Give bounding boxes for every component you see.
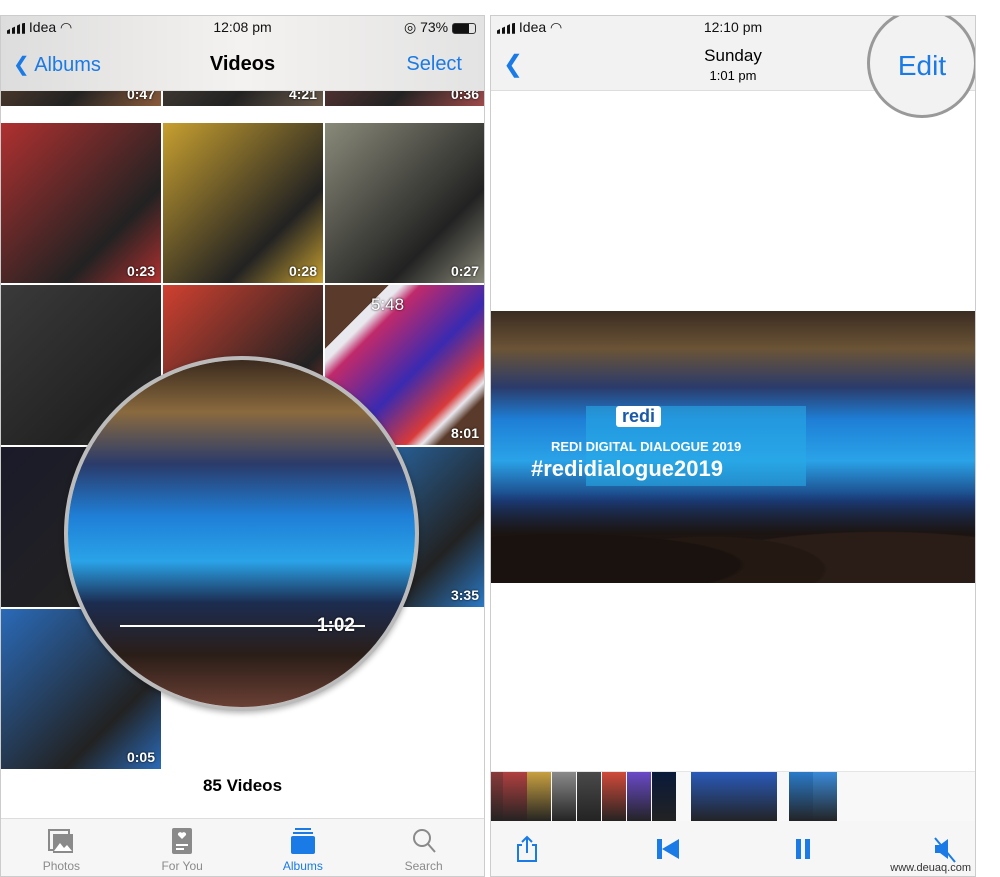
rotation-lock-icon: ◎ — [403, 19, 417, 35]
for-you-icon — [172, 828, 193, 854]
filmstrip-frame[interactable] — [577, 772, 601, 822]
tab-label: Photos — [42, 859, 81, 873]
pause-icon[interactable] — [789, 835, 817, 863]
video-duration: 0:23 — [126, 263, 155, 279]
video-duration: 0:28 — [288, 263, 317, 279]
tab-photos[interactable]: Photos — [1, 819, 122, 876]
filmstrip-frame[interactable] — [691, 772, 777, 822]
battery-icon — [452, 22, 476, 34]
videos-album-screen: 0:474:210:360:230:280:275:488:01153:350:… — [0, 15, 485, 877]
watermark: www.deuaq.com — [890, 862, 971, 874]
tab-label: Search — [404, 859, 443, 873]
skip-back-icon[interactable] — [654, 835, 682, 863]
phone-screen-clock: 5:48 — [371, 295, 405, 314]
filmstrip-frame[interactable] — [789, 772, 813, 822]
battery-percent: 73% — [420, 19, 449, 35]
tab-label: For You — [161, 859, 203, 873]
video-hashtag-text: #redidialogue2019 — [531, 456, 723, 481]
video-thumbnail[interactable]: 0:28 — [163, 123, 323, 283]
video-duration: 0:27 — [450, 263, 479, 279]
mute-icon[interactable] — [931, 835, 959, 863]
search-icon — [412, 829, 436, 853]
filmstrip-frame[interactable] — [527, 772, 551, 822]
magnified-duration: 1:02 — [316, 615, 355, 636]
video-duration: 3:35 — [450, 587, 479, 603]
magnified-thumbnail[interactable] — [68, 360, 415, 707]
filmstrip-frame[interactable] — [503, 772, 527, 822]
share-icon[interactable] — [513, 835, 541, 863]
albums-icon — [290, 828, 315, 854]
filmstrip-frame[interactable] — [627, 772, 651, 822]
edit-button[interactable]: Edit — [867, 16, 975, 118]
filmstrip-frame[interactable] — [652, 772, 676, 822]
video-duration: 8:01 — [450, 425, 479, 441]
video-thumbnail[interactable]: 0:27 — [325, 123, 484, 283]
filmstrip-scrubber[interactable] — [491, 771, 975, 822]
tab-bar: Photos For You Albums Search — [1, 818, 484, 876]
video-duration: 0:05 — [126, 749, 155, 765]
video-thumbnail[interactable]: 0:23 — [1, 123, 161, 283]
video-viewer-screen: Idea ◠ 12:10 pm ❮ Sunday 1:01 pm Edit re… — [490, 15, 976, 877]
select-button[interactable]: Select — [406, 53, 462, 76]
filmstrip-frame[interactable] — [602, 772, 626, 822]
video-banner-text: REDI DIGITAL DIALOGUE 2019 — [551, 439, 742, 454]
status-bar: Idea ◠ 12:08 pm ◎ 73% — [1, 16, 484, 38]
tab-label: Albums — [282, 859, 323, 873]
filmstrip-frame[interactable] — [813, 772, 837, 822]
tab-for-you[interactable]: For You — [122, 819, 243, 876]
nav-bar: ❮ Albums Videos Select — [1, 38, 484, 91]
video-player[interactable]: redi REDI DIGITAL DIALOGUE 2019 #redidia… — [491, 311, 975, 583]
video-brand-text: redi — [616, 406, 662, 427]
photos-icon — [48, 829, 74, 853]
tab-albums[interactable]: Albums — [243, 819, 364, 876]
filmstrip-frame[interactable] — [552, 772, 576, 822]
video-count: 85 Videos — [202, 776, 283, 795]
playback-toolbar: www.deuaq.com — [491, 821, 975, 876]
magnifier-callout: 1:02 — [64, 356, 419, 711]
tab-search[interactable]: Search — [363, 819, 484, 876]
